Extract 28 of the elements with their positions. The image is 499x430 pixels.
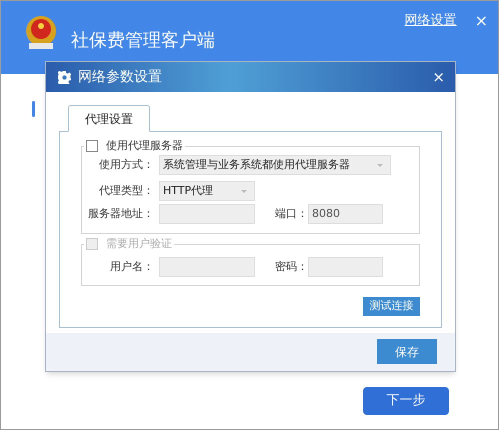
section-marker xyxy=(32,101,35,117)
address-field[interactable] xyxy=(159,204,255,224)
field-label: 用户名： xyxy=(109,258,154,275)
tab[interactable]: 代理设置 xyxy=(68,105,150,132)
caret-icon xyxy=(241,190,247,192)
type-dropdown[interactable]: HTTP代理 xyxy=(159,181,255,201)
mode-dropdown[interactable]: 系统管理与业务系统都使用代理服务器 xyxy=(159,155,391,175)
test-connection-button[interactable]: 测试连接 xyxy=(363,297,420,316)
group-label: 需要用户验证 xyxy=(106,236,172,252)
next-button[interactable]: 下一步 xyxy=(363,387,449,415)
field-label: 服务器地址： xyxy=(87,206,154,222)
dialog-title: 网络参数设置 xyxy=(78,68,162,86)
username-field[interactable] xyxy=(159,257,255,277)
app-title: 社保费管理客户端 xyxy=(71,29,215,53)
field-label: 密码： xyxy=(275,258,303,275)
port-field[interactable]: 8080 xyxy=(308,204,383,224)
save-button[interactable]: 保存 xyxy=(377,339,437,364)
field-label: 使用方式： xyxy=(98,156,154,173)
field-label: 端口： xyxy=(275,206,303,222)
settings-icon xyxy=(58,70,71,84)
close-button[interactable]: × xyxy=(474,9,488,33)
password-field[interactable] xyxy=(308,257,383,277)
close-button[interactable]: × xyxy=(432,66,445,88)
checkbox[interactable] xyxy=(86,140,98,152)
group-label: 使用代理服务器 xyxy=(106,138,183,154)
network-settings-link[interactable]: 网络设置 xyxy=(404,11,457,30)
field-label: 代理类型： xyxy=(98,182,154,199)
caret-icon xyxy=(377,164,383,166)
